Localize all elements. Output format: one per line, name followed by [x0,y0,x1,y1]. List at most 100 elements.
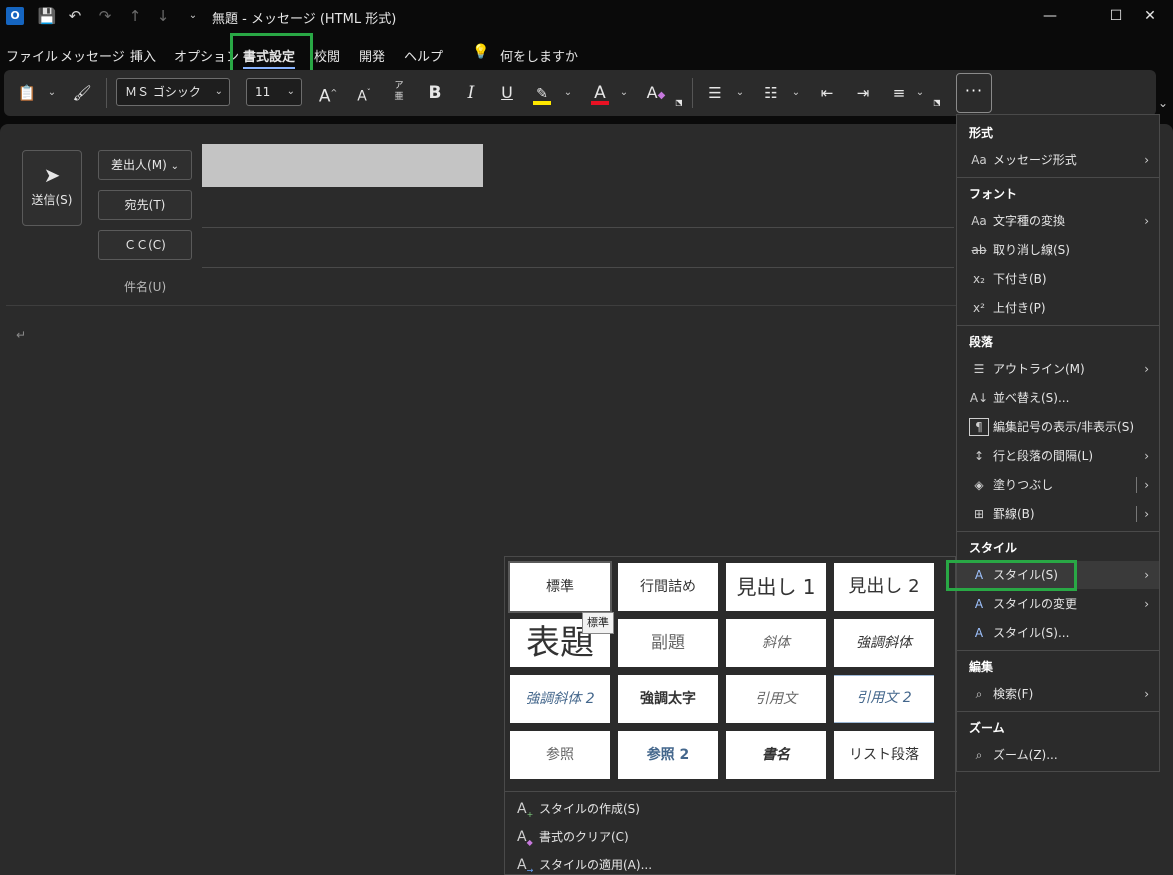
grow-font-button[interactable]: A^ [316,80,340,107]
style-book-title[interactable]: 書名 [726,731,826,779]
menu-item-line-spacing[interactable]: ↕ 行と段落の間隔(L) › [957,442,1159,470]
paste-icon[interactable]: 📋 [16,80,38,106]
tab-message[interactable]: メッセージ [60,46,125,65]
style-intense-quote[interactable]: 引用文 2 [834,675,934,723]
tab-developer[interactable]: 開発 [359,46,385,65]
undo-icon[interactable]: ↶ [64,6,86,26]
menu-item-label: 罫線(B) [993,507,1035,521]
apply-style-label: スタイルの適用(A)... [539,858,653,872]
style-subtle-emphasis[interactable]: 斜体 [726,619,826,667]
to-field-underline [202,227,954,228]
font-size-value: 11 [255,85,271,99]
increase-indent-icon[interactable]: ⇥ [852,80,874,106]
clear-formatting-button[interactable]: A◆ [644,80,668,106]
ribbon-separator [692,78,693,108]
style-heading-2[interactable]: 見出し 2 [834,563,934,611]
menu-item-change-case[interactable]: Aa 文字種の変換 › [957,207,1159,235]
save-icon[interactable]: 💾 [36,6,58,26]
style-emphasis[interactable]: 強調斜体 [834,619,934,667]
redo-icon[interactable]: ↷ [94,6,116,26]
highlight-chevron-icon[interactable]: ⌄ [562,80,574,106]
menu-item-borders[interactable]: ⊞ 罫線(B) › [957,500,1159,528]
send-button[interactable]: ➤ 送信(S) [22,150,82,226]
font-size-combo[interactable]: 11 ⌄ [246,78,302,106]
customize-quick-access-icon[interactable]: ⌄ [182,6,204,26]
shrink-font-button[interactable]: Aˇ [352,80,376,106]
paste-options-chevron-icon[interactable]: ⌄ [46,80,58,106]
create-style-label: スタイルの作成(S) [539,802,640,816]
line-spacing-icon: ↕ [973,449,985,463]
next-item-icon[interactable]: ↓ [152,6,174,26]
style-subtitle[interactable]: 副題 [618,619,718,667]
numbering-icon[interactable]: ☷ [760,80,782,106]
bullets-icon[interactable]: ☰ [704,80,726,106]
close-button[interactable]: ✕ [1128,4,1172,28]
style-intense-reference[interactable]: 参照 2 [618,731,718,779]
tab-file[interactable]: ファイル [6,46,58,65]
apply-style-item[interactable]: A→ スタイルの適用(A)... [517,856,652,875]
style-strong[interactable]: 強調太字 [618,675,718,723]
bullets-chevron-icon[interactable]: ⌄ [734,80,746,106]
menu-item-label: メッセージ形式 [993,153,1077,167]
styles-item-highlight-box [946,560,1077,591]
menu-divider [957,650,1159,651]
phonetic-bottom-label: 亜 [394,92,404,102]
decrease-indent-icon[interactable]: ⇤ [816,80,838,106]
more-commands-button[interactable]: ··· [956,73,992,113]
clear-format-item[interactable]: A◆ 書式のクリア(C) [517,828,629,847]
menu-item-find[interactable]: ⌕ 検索(F) › [957,680,1159,708]
menu-item-subscript[interactable]: x₂ 下付き(B) [957,265,1159,293]
clear-format-label: 書式のクリア(C) [539,830,629,844]
split-separator [1136,477,1137,493]
style-normal[interactable]: 標準 [508,561,612,613]
numbering-chevron-icon[interactable]: ⌄ [790,80,802,106]
menu-item-outline[interactable]: ☰ アウトライン(M) › [957,355,1159,383]
phonetic-guide-button[interactable]: ア 亜 [388,81,410,107]
chevron-right-icon: › [1144,449,1149,463]
style-subtle-reference[interactable]: 参照 [510,731,610,779]
style-heading-1[interactable]: 見出し 1 [726,563,826,611]
to-button[interactable]: 宛先(T) [98,190,192,220]
menu-item-strikethrough[interactable]: ab 取り消し線(S) [957,236,1159,264]
tab-insert[interactable]: 挿入 [130,46,156,65]
tab-help[interactable]: ヘルプ [404,46,443,65]
style-intense-emphasis[interactable]: 強調斜体 2 [510,675,610,723]
font-dialog-launcher-icon[interactable]: ⬔ [674,90,684,116]
font-name-combo[interactable]: ＭＳ ゴシック ⌄ [116,78,230,106]
ribbon-collapse-chevron-icon[interactable]: ⌄ [1158,96,1168,110]
menu-item-show-hide-marks[interactable]: ¶ 編集記号の表示/非表示(S) [957,413,1159,441]
menu-item-superscript[interactable]: x² 上付き(P) [957,294,1159,322]
font-color-button[interactable]: A [588,80,612,106]
menu-item-shading[interactable]: ◈ 塗りつぶし › [957,471,1159,499]
menu-item-message-format[interactable]: Aa メッセージ形式 › [957,146,1159,174]
style-no-spacing[interactable]: 行間詰め [618,563,718,611]
underline-button[interactable]: U [496,80,518,106]
bold-button[interactable]: B [424,80,446,106]
tab-review[interactable]: 校閲 [314,46,340,65]
minimize-button[interactable]: — [1028,4,1072,28]
format-painter-icon[interactable]: 🖌 [70,80,94,106]
menu-item-zoom[interactable]: ⌕ ズーム(Z)... [957,741,1159,769]
align-icon[interactable]: ≡ [888,80,910,106]
tell-me-search[interactable]: 何をしますか [500,46,578,65]
highlight-button[interactable]: ✎ [530,80,554,106]
menu-item-sort[interactable]: A↓ 並べ替え(S)... [957,384,1159,412]
from-label: 差出人(M) [111,158,167,172]
from-button[interactable]: 差出人(M) ⌄ [98,150,192,180]
font-color-chevron-icon[interactable]: ⌄ [618,80,630,106]
cc-button[interactable]: ＣＣ(C) [98,230,192,260]
change-styles-icon: A [974,597,984,611]
style-list-paragraph[interactable]: リスト段落 [834,731,934,779]
style-quote[interactable]: 引用文 [726,675,826,723]
align-chevron-icon[interactable]: ⌄ [914,80,926,106]
menu-item-label: 並べ替え(S)... [993,391,1070,405]
previous-item-icon[interactable]: ↑ [124,6,146,26]
menu-item-styles-pane[interactable]: A スタイル(S)... [957,619,1159,647]
outline-icon: ☰ [973,362,985,376]
menu-item-change-styles[interactable]: A スタイルの変更 › [957,590,1159,618]
paragraph-mark[interactable]: ↵ [16,328,26,342]
create-style-item[interactable]: A+ スタイルの作成(S) [517,800,640,819]
italic-button[interactable]: I [460,80,482,106]
section-header-paragraph: 段落 [969,335,994,349]
paragraph-dialog-launcher-icon[interactable]: ⬔ [932,90,942,116]
